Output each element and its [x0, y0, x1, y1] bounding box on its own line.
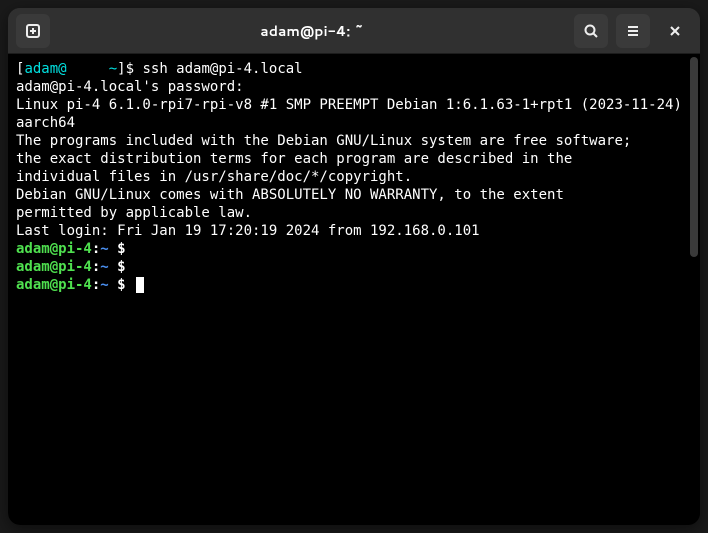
new-tab-button[interactable]	[16, 14, 50, 48]
menu-button[interactable]	[616, 14, 650, 48]
prompt-line: adam@pi-4:~ $	[16, 258, 680, 276]
terminal-window: adam@pi-4: ~	[8, 8, 700, 525]
plus-box-icon	[25, 23, 41, 39]
search-icon	[583, 23, 599, 39]
cursor	[136, 277, 144, 293]
close-button[interactable]	[658, 14, 692, 48]
titlebar: adam@pi-4: ~	[8, 8, 700, 54]
terminal-line: permitted by applicable law.	[16, 204, 680, 222]
search-button[interactable]	[574, 14, 608, 48]
window-title: adam@pi-4: ~	[58, 21, 566, 41]
terminal-line: Last login: Fri Jan 19 17:20:19 2024 fro…	[16, 222, 680, 240]
prompt-line: adam@pi-4:~ $	[16, 276, 680, 294]
terminal-line: aarch64	[16, 114, 680, 132]
prompt-line: adam@pi-4:~ $	[16, 240, 680, 258]
scrollbar-thumb[interactable]	[690, 57, 698, 257]
terminal-line: individual files in /usr/share/doc/*/cop…	[16, 168, 680, 186]
terminal-line: [adam@ ~]$ ssh adam@pi-4.local	[16, 60, 680, 78]
terminal-content[interactable]: [adam@ ~]$ ssh adam@pi-4.localadam@pi-4.…	[8, 54, 688, 525]
terminal-line: Linux pi-4 6.1.0-rpi7-rpi-v8 #1 SMP PREE…	[16, 96, 680, 114]
terminal-line: The programs included with the Debian GN…	[16, 132, 680, 150]
terminal-line: the exact distribution terms for each pr…	[16, 150, 680, 168]
terminal-area: [adam@ ~]$ ssh adam@pi-4.localadam@pi-4.…	[8, 54, 700, 525]
hamburger-icon	[625, 23, 641, 39]
scrollbar[interactable]	[688, 54, 700, 525]
terminal-line: adam@pi-4.local's password:	[16, 78, 680, 96]
close-icon	[668, 24, 682, 38]
terminal-line: Debian GNU/Linux comes with ABSOLUTELY N…	[16, 186, 680, 204]
